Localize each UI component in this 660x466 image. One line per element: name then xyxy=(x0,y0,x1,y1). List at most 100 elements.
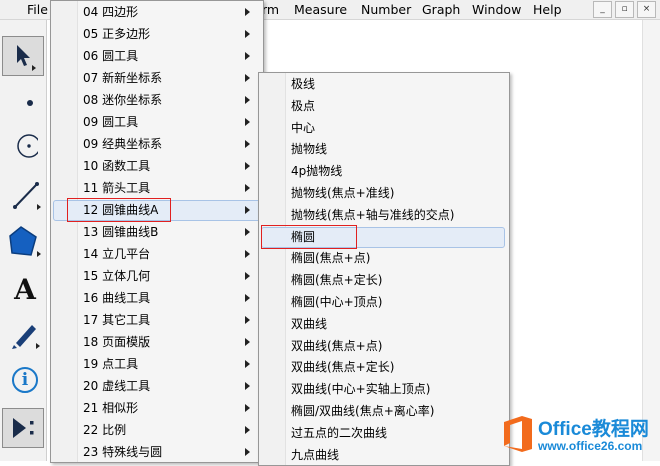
custom-tools-menu-item-label: 17 其它工具 xyxy=(83,313,151,327)
conic-tool-item[interactable]: 双曲线(中心+实轴上顶点) xyxy=(259,378,509,400)
custom-tools-menu-item-label: 04 四边形 xyxy=(83,5,139,19)
conic-tool-item[interactable]: 4p抛物线 xyxy=(259,160,509,182)
conic-tool-item-label: 中心 xyxy=(291,120,316,135)
custom-tools-menu-item-label: 19 点工具 xyxy=(83,357,139,371)
custom-tools-menu-item[interactable]: 09 经典坐标系 xyxy=(51,133,263,155)
submenu-arrow-icon xyxy=(245,448,250,456)
custom-tools-menu-item[interactable]: 18 页面模版 xyxy=(51,331,263,353)
annotation-box xyxy=(67,198,171,222)
custom-tools-menu-item-label: 05 正多边形 xyxy=(83,27,151,41)
menu-graph[interactable]: Graph xyxy=(422,2,460,17)
conic-tool-item-label: 双曲线(焦点+定长) xyxy=(291,360,395,375)
submenu-arrow-icon xyxy=(245,8,250,16)
conic-tool-item-label: 九点曲线 xyxy=(291,447,340,462)
point-icon xyxy=(27,100,33,106)
conic-tool-item-label: 抛物线(焦点+轴与准线的交点) xyxy=(291,207,455,222)
custom-tools-menu-item[interactable]: 17 其它工具 xyxy=(51,309,263,331)
custom-tools-menu-item[interactable]: 22 比例 xyxy=(51,419,263,441)
custom-tools[interactable] xyxy=(2,408,44,448)
custom-tools-menu-item-label: 09 经典坐标系 xyxy=(83,137,163,151)
arrow-select-tool[interactable] xyxy=(2,36,44,76)
conic-tool-item[interactable]: 过五点的二次曲线 xyxy=(259,422,509,444)
conic-tool-item-label: 抛物线 xyxy=(291,142,328,157)
custom-tools-menu-item[interactable]: 19 点工具 xyxy=(51,353,263,375)
conic-tool-item-label: 椭圆(焦点+定长) xyxy=(291,273,383,288)
custom-tools-menu-item[interactable]: 13 圆锥曲线B xyxy=(51,221,263,243)
toolbox: A i xyxy=(0,20,47,461)
custom-tools-menu-item[interactable]: 11 箭头工具 xyxy=(51,177,263,199)
circle-icon xyxy=(17,134,38,158)
point-tool[interactable] xyxy=(2,80,44,120)
submenu-arrow-icon xyxy=(245,338,250,346)
text-tool-icon: A xyxy=(14,272,36,306)
custom-tools-menu-item[interactable]: 06 圆工具 xyxy=(51,45,263,67)
custom-tools-menu-item[interactable]: 04 四边形 xyxy=(51,1,263,23)
arrow-icon xyxy=(17,45,36,71)
custom-tools-menu-item[interactable]: 05 正多边形 xyxy=(51,23,263,45)
conic-tool-item-label: 极点 xyxy=(291,98,316,113)
custom-tools-icon xyxy=(13,418,34,438)
conic-tool-item[interactable]: 椭圆(中心+顶点) xyxy=(259,291,509,313)
submenu-arrow-icon xyxy=(245,96,250,104)
menu-help[interactable]: Help xyxy=(533,2,562,17)
restore-button[interactable]: ▫ xyxy=(615,1,634,18)
info-icon: i xyxy=(12,367,38,393)
conic-tool-item[interactable]: 椭圆(焦点+点) xyxy=(259,247,509,269)
submenu-arrow-icon xyxy=(245,206,250,214)
custom-tools-menu-item[interactable]: 20 虚线工具 xyxy=(51,375,263,397)
minimize-button[interactable]: _ xyxy=(593,1,612,18)
vertical-scrollbar[interactable] xyxy=(642,20,660,461)
office-logo-icon xyxy=(504,416,532,452)
custom-tools-menu-item[interactable]: 23 特殊线与圆 xyxy=(51,441,263,463)
conic-tool-item[interactable]: 双曲线(焦点+点) xyxy=(259,335,509,357)
menu-file[interactable]: File xyxy=(27,2,48,17)
custom-tools-menu-item-label: 08 迷你坐标系 xyxy=(83,93,163,107)
conic-tool-item[interactable]: 中心 xyxy=(259,117,509,139)
custom-tools-menu-item[interactable]: 08 迷你坐标系 xyxy=(51,89,263,111)
conic-tool-item-label: 4p抛物线 xyxy=(291,164,343,179)
polygon-icon xyxy=(9,226,41,257)
custom-tools-menu-item[interactable]: 09 圆工具 xyxy=(51,111,263,133)
conic-tool-item[interactable]: 双曲线 xyxy=(259,313,509,335)
conic-tool-item[interactable]: 椭圆(焦点+定长) xyxy=(259,269,509,291)
conic-tool-item[interactable]: 九点曲线 xyxy=(259,444,509,466)
compass-tool[interactable] xyxy=(2,126,44,166)
conic-tool-item[interactable]: 双曲线(焦点+定长) xyxy=(259,356,509,378)
marker-tool[interactable] xyxy=(2,314,44,354)
custom-tools-menu-item[interactable]: 07 新新坐标系 xyxy=(51,67,263,89)
submenu-arrow-icon xyxy=(245,294,250,302)
information-tool[interactable]: i xyxy=(2,360,44,400)
straightedge-tool[interactable] xyxy=(2,175,44,215)
conic-tool-item[interactable]: 抛物线 xyxy=(259,138,509,160)
conic-tool-item-label: 椭圆(焦点+点) xyxy=(291,251,371,266)
menu-number[interactable]: Number xyxy=(361,2,411,17)
submenu-arrow-icon xyxy=(245,228,250,236)
submenu-arrow-icon xyxy=(245,250,250,258)
custom-tools-menu-item-label: 16 曲线工具 xyxy=(83,291,151,305)
conic-tool-item[interactable]: 极线 xyxy=(259,73,509,95)
custom-tools-menu-item[interactable]: 10 函数工具 xyxy=(51,155,263,177)
submenu-arrow-icon xyxy=(245,30,250,38)
conic-tool-item[interactable]: 抛物线(焦点+准线) xyxy=(259,182,509,204)
conic-tool-item[interactable]: 椭圆/双曲线(焦点+离心率) xyxy=(259,400,509,422)
close-button[interactable]: × xyxy=(637,1,656,18)
custom-tools-menu-item-label: 06 圆工具 xyxy=(83,49,139,63)
menu-window[interactable]: Window xyxy=(472,2,521,17)
conic-tool-item-label: 椭圆/双曲线(焦点+离心率) xyxy=(291,404,435,418)
submenu-arrow-icon xyxy=(245,360,250,368)
custom-tools-menu-item[interactable]: 14 立几平台 xyxy=(51,243,263,265)
menu-measure[interactable]: Measure xyxy=(294,2,347,17)
custom-tools-menu-item-label: 15 立体几何 xyxy=(83,269,151,283)
submenu-arrow-icon xyxy=(245,404,250,412)
submenu-arrow-icon xyxy=(245,118,250,126)
text-tool[interactable]: A xyxy=(2,269,44,309)
polygon-tool[interactable] xyxy=(2,222,44,262)
custom-tools-menu-item[interactable]: 16 曲线工具 xyxy=(51,287,263,309)
custom-tools-menu-item[interactable]: 15 立体几何 xyxy=(51,265,263,287)
conic-tool-item[interactable]: 极点 xyxy=(259,95,509,117)
submenu-arrow-icon xyxy=(245,426,250,434)
conic-tool-item[interactable]: 抛物线(焦点+轴与准线的交点) xyxy=(259,204,509,226)
menu-transform[interactable]: rm xyxy=(262,2,279,17)
custom-tools-menu-item-label: 22 比例 xyxy=(83,423,127,437)
custom-tools-menu-item[interactable]: 21 相似形 xyxy=(51,397,263,419)
